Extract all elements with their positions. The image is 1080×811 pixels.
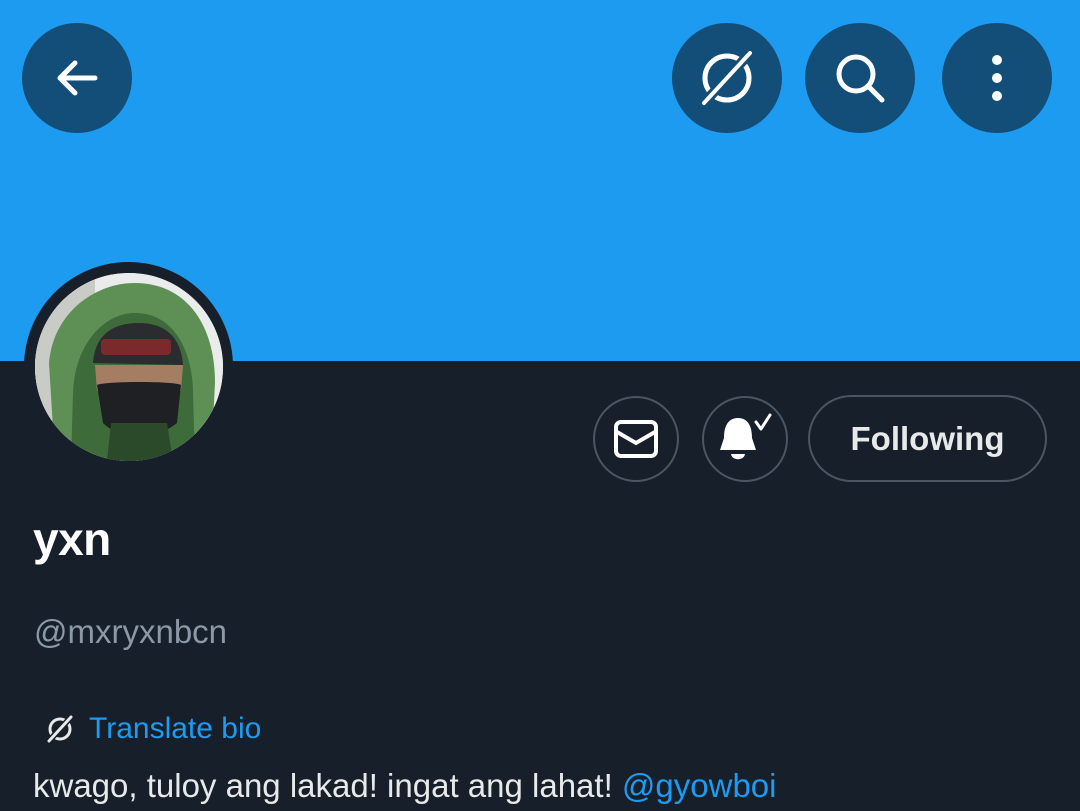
following-button[interactable]: Following	[808, 395, 1047, 482]
bio-mention-link[interactable]: @gyowboi	[622, 767, 777, 804]
translate-bio-label: Translate bio	[89, 712, 262, 745]
following-label: Following	[850, 419, 1005, 457]
avatar[interactable]	[24, 262, 233, 471]
profile-bio: kwago, tuloy ang lakad! ingat ang lahat!…	[33, 767, 777, 805]
more-options-button[interactable]	[942, 23, 1052, 133]
message-button[interactable]	[593, 396, 679, 482]
translate-button[interactable]	[672, 23, 782, 133]
search-icon	[836, 54, 885, 103]
back-button[interactable]	[22, 23, 132, 133]
translate-globe-icon	[45, 714, 75, 744]
search-button[interactable]	[805, 23, 915, 133]
bio-text: kwago, tuloy ang lakad! ingat ang lahat!	[33, 767, 622, 804]
profile-page: Following yxn @mxryxnbcn Translate bio k…	[0, 0, 1080, 811]
notifications-button[interactable]	[702, 396, 788, 482]
display-name: yxn	[33, 513, 111, 565]
translate-globe-icon	[697, 46, 757, 110]
user-handle: @mxryxnbcn	[34, 613, 228, 650]
avatar-photo	[34, 272, 223, 461]
bell-check-icon	[720, 413, 772, 460]
vertical-ellipsis-icon	[992, 55, 1002, 101]
arrow-left-icon	[57, 60, 98, 96]
translate-bio-link[interactable]: Translate bio	[45, 712, 261, 746]
envelope-icon	[614, 420, 658, 458]
